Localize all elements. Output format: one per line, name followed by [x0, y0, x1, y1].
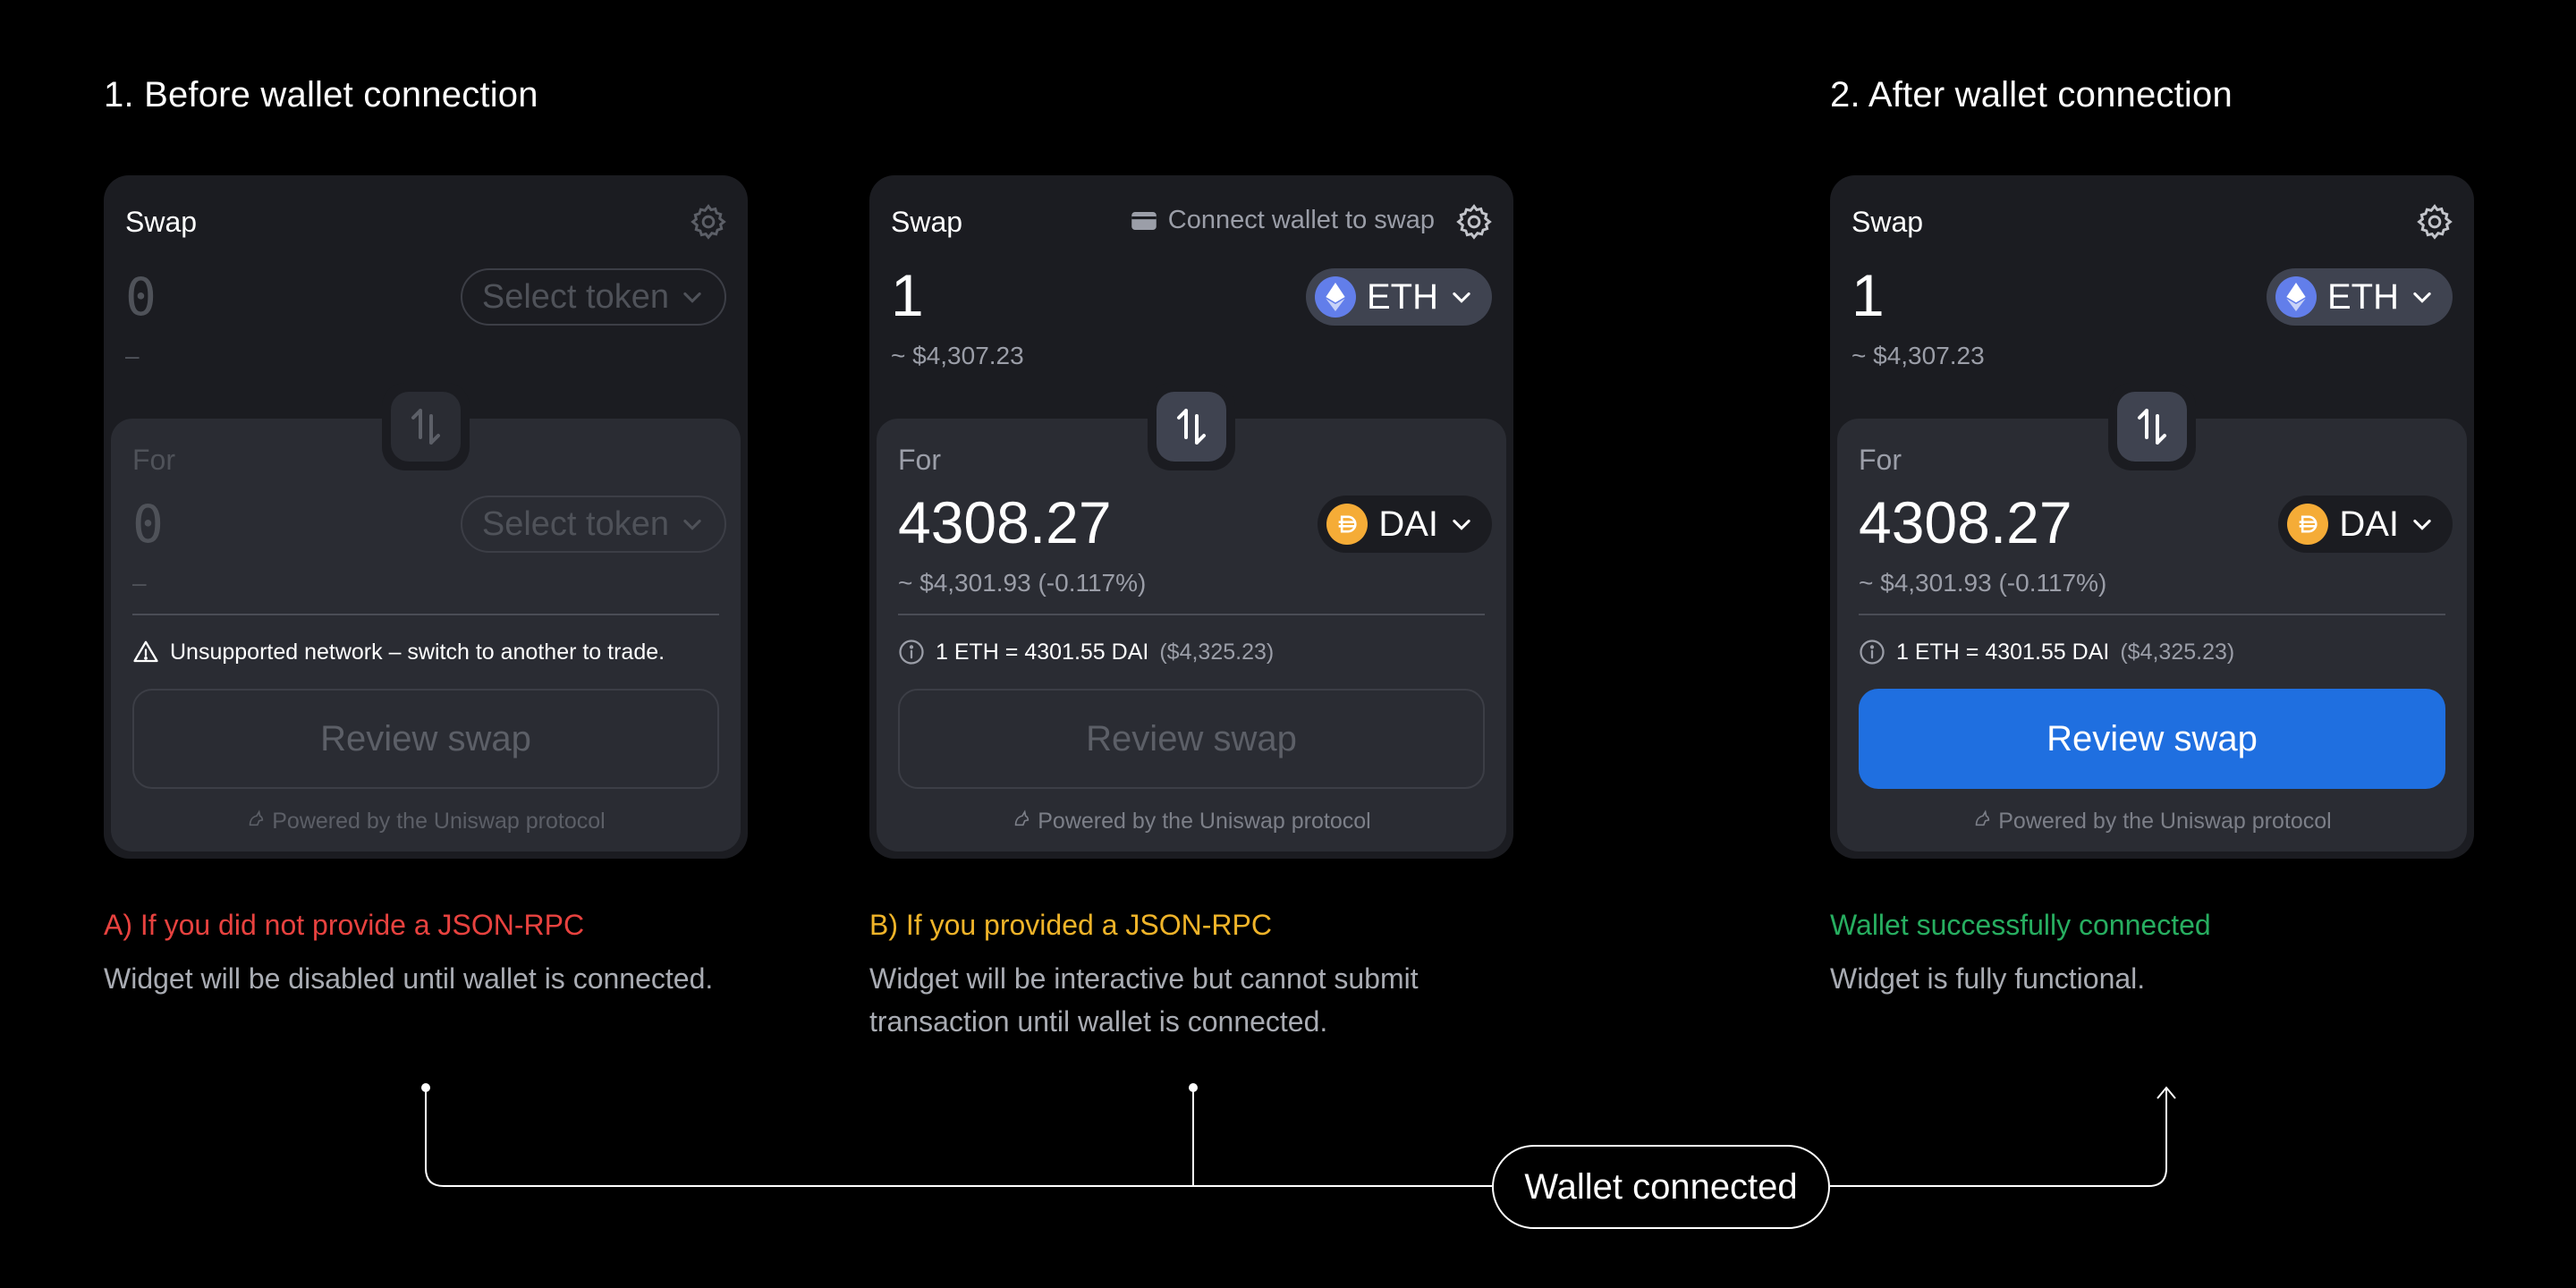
swap-arrows-icon: [1177, 409, 1206, 445]
swap-arrows-icon: [411, 409, 440, 445]
swap-direction-frame: [2108, 383, 2196, 470]
flow-connector-lines: [421, 1083, 2176, 1187]
swap-direction-frame: [1148, 383, 1235, 470]
wallet-connected-label: Wallet connected: [1492, 1145, 1830, 1229]
swap-direction-button[interactable]: [2117, 392, 2187, 462]
connector-endpoint-a: [421, 1083, 430, 1092]
swap-direction-frame: [382, 383, 470, 470]
connector-endpoint-b: [1189, 1083, 1198, 1092]
swap-direction-button[interactable]: [391, 392, 461, 462]
swap-arrows-icon: [2138, 409, 2166, 445]
swap-direction-button[interactable]: [1157, 392, 1226, 462]
